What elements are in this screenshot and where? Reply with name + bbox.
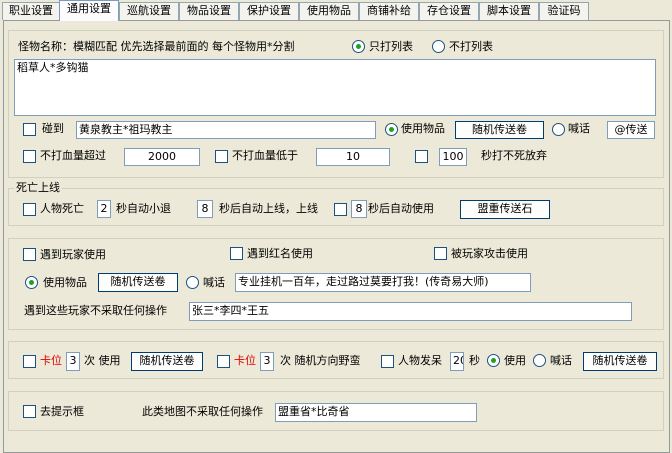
death-suffix: 秒自动小退 xyxy=(116,202,171,215)
tab-use-item[interactable]: 使用物品 xyxy=(299,2,359,20)
death-checkbox[interactable] xyxy=(23,203,36,216)
stuck-checkbox-2[interactable] xyxy=(217,355,230,368)
hp-under-label: 不打血量低于 xyxy=(232,149,298,162)
monster-list-textarea[interactable]: 稻草人*多钩猫 xyxy=(14,59,656,116)
stuck-count-input-2[interactable]: 3 xyxy=(260,352,274,371)
daze-use-button[interactable]: 随机传送卷 xyxy=(583,352,657,371)
monster-heading: 怪物名称：模糊匹配 优先选择最前面的 每个怪物用*分割 xyxy=(18,40,295,53)
stuck-label-1: 卡位 xyxy=(40,354,62,367)
stuck-label-2: 卡位 xyxy=(234,354,256,367)
encounter-shout-input[interactable]: @传送 xyxy=(607,121,655,139)
encounter-use-item-radio[interactable] xyxy=(385,123,398,136)
tab-storage-settings[interactable]: 存仓设置 xyxy=(419,2,479,20)
remove-prompt-label: 去提示框 xyxy=(40,405,84,418)
tab-cruise-settings[interactable]: 巡航设置 xyxy=(119,2,179,20)
tab-protect-settings[interactable]: 保护设置 xyxy=(239,2,299,20)
daze-seconds-input[interactable]: 20 xyxy=(450,352,464,371)
meet-red-checkbox[interactable] xyxy=(230,247,243,260)
only-list-radio[interactable] xyxy=(352,40,365,53)
auto-use-button[interactable]: 盟重传送石 xyxy=(460,200,550,219)
relogin-seconds-input[interactable]: 8 xyxy=(197,200,213,218)
players-use-item-button[interactable]: 随机传送卷 xyxy=(98,273,178,292)
ignore-map-input[interactable]: 盟重省*比奇省 xyxy=(275,403,477,422)
tab-captcha[interactable]: 验证码 xyxy=(539,2,589,20)
auto-use-seconds-input[interactable]: 8 xyxy=(351,200,367,218)
hp-over-label: 不打血量超过 xyxy=(40,149,106,162)
meet-player-checkbox[interactable] xyxy=(23,248,36,261)
meet-player-label: 遇到玩家使用 xyxy=(40,248,106,261)
not-list-radio[interactable] xyxy=(432,40,445,53)
daze-use-radio[interactable] xyxy=(487,354,500,367)
give-up-label: 秒打不死放弃 xyxy=(481,149,547,162)
tab-shop-supply[interactable]: 商铺补给 xyxy=(359,2,419,20)
not-list-label: 不打列表 xyxy=(449,40,493,53)
ignore-players-label: 遇到这些玩家不采取任何操作 xyxy=(24,304,167,317)
give-up-seconds-input[interactable]: 100 xyxy=(439,148,467,166)
hp-over-checkbox[interactable] xyxy=(23,150,36,163)
encounter-use-item-label: 使用物品 xyxy=(401,122,445,135)
attacked-checkbox[interactable] xyxy=(434,247,447,260)
stuck-times-action-label: 次 随机方向野蛮 xyxy=(280,354,361,367)
tab-item-settings[interactable]: 物品设置 xyxy=(179,2,239,20)
death-seconds-input[interactable]: 2 xyxy=(97,200,111,218)
ignore-players-input[interactable]: 张三*李四*王五 xyxy=(189,302,632,321)
relogin-suffix: 秒后自动上线，上线 xyxy=(219,202,318,215)
encounter-shout-label: 喊话 xyxy=(568,122,590,135)
monster-list-text: 稻草人*多钩猫 xyxy=(17,61,89,74)
daze-checkbox[interactable] xyxy=(381,355,394,368)
meet-red-label: 遇到红名使用 xyxy=(247,247,313,260)
players-use-item-radio[interactable] xyxy=(25,276,38,289)
encounter-label: 碰到 xyxy=(42,122,64,135)
encounter-shout-radio[interactable] xyxy=(552,123,565,136)
give-up-checkbox[interactable] xyxy=(415,150,428,163)
tab-general-settings[interactable]: 通用设置 xyxy=(59,0,119,21)
daze-label: 人物发呆 xyxy=(398,354,442,367)
players-shout-radio[interactable] xyxy=(186,276,199,289)
stuck-times-use-label: 次 使用 xyxy=(84,354,121,367)
hp-over-input[interactable]: 2000 xyxy=(124,148,200,166)
hp-under-input[interactable]: 10 xyxy=(316,148,390,166)
players-shout-label: 喊话 xyxy=(203,276,225,289)
stuck-checkbox-1[interactable] xyxy=(23,355,36,368)
auto-use-suffix: 秒后自动使用 xyxy=(368,202,434,215)
stuck-count-input-1[interactable]: 3 xyxy=(66,352,80,371)
only-list-label: 只打列表 xyxy=(369,40,413,53)
stuck-use-button-1[interactable]: 随机传送卷 xyxy=(131,352,203,371)
tab-bar: 职业设置 通用设置 巡航设置 物品设置 保护设置 使用物品 商铺补给 存仓设置 … xyxy=(0,0,672,21)
tab-script-settings[interactable]: 脚本设置 xyxy=(479,2,539,20)
daze-seconds-label: 秒 xyxy=(469,354,480,367)
daze-shout-label: 喊话 xyxy=(550,354,572,367)
players-use-item-label: 使用物品 xyxy=(43,276,87,289)
daze-use-label: 使用 xyxy=(504,354,526,367)
daze-shout-radio[interactable] xyxy=(533,354,546,367)
death-label: 人物死亡 xyxy=(40,202,84,215)
remove-prompt-checkbox[interactable] xyxy=(23,405,36,418)
encounter-use-item-button[interactable]: 随机传送卷 xyxy=(455,121,544,139)
hp-under-checkbox[interactable] xyxy=(215,150,228,163)
tab-job-settings[interactable]: 职业设置 xyxy=(2,2,60,20)
encounter-checkbox[interactable] xyxy=(23,123,36,136)
players-shout-input[interactable]: 专业挂机一百年，走过路过莫要打我！(传奇易大师) xyxy=(235,273,531,292)
encounter-input[interactable]: 黄泉教主*祖玛教主 xyxy=(76,121,376,139)
ignore-map-label: 此类地图不采取任何操作 xyxy=(142,405,263,418)
auto-use-checkbox[interactable] xyxy=(334,203,347,216)
death-legend: 死亡上线 xyxy=(14,181,62,195)
attacked-label: 被玩家攻击使用 xyxy=(451,247,528,260)
